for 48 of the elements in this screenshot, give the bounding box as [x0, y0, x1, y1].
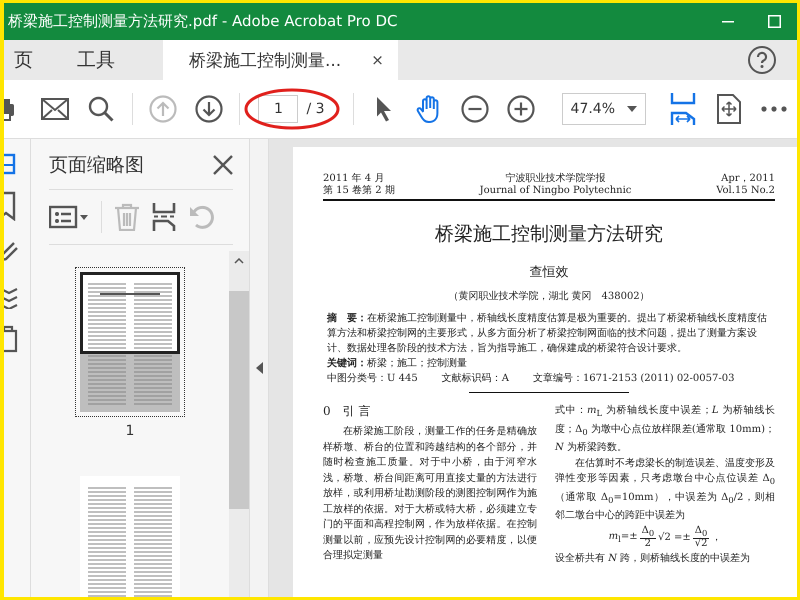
more-icon[interactable]: [761, 106, 788, 112]
zoom-dropdown[interactable]: 47.4%: [562, 93, 646, 125]
body-paragraph: 设全桥共有 N 跨，则桥轴线长度的中误差为: [555, 552, 752, 566]
panel-title: 页面缩略图: [49, 153, 144, 178]
help-icon[interactable]: [747, 45, 777, 75]
body-paragraph: 在桥梁施工阶段，测量工作的任务是精确放样桥墩、桥台的位置和跨越结构的各个部分，并随时检查施工质量。对于中小桥，由于河窄水浅，桥墩、桥台间距离可用直接丈量的方法进行放样，或利用桥址勘测阶段的测图控制网作为施工放样的依据。对于大桥或特大桥，必须建立专门的平面和高程控制网，作为放样依据。在控制测量以前，应预先设计控制网的必要精度，以便合理拟定测量: [323, 424, 537, 563]
close-tab-icon[interactable]: ×: [371, 51, 384, 69]
zoom-out-icon[interactable]: [461, 95, 490, 123]
author-name: 查恒效: [528, 264, 570, 281]
section-heading: 0 引 言: [323, 403, 372, 420]
page-thumbnail[interactable]: [80, 476, 180, 597]
insert-page-icon[interactable]: [152, 202, 176, 232]
keywords: 关键词：桥梁；施工；控制测量: [327, 356, 468, 371]
page-number-field[interactable]: 1: [258, 95, 298, 123]
article-title: 桥梁施工控制测量方法研究: [434, 222, 664, 247]
document-tab[interactable]: 桥梁施工控制测量... ×: [163, 40, 398, 80]
page-count: / 3: [306, 101, 325, 117]
nav-tab[interactable]: 工具: [63, 40, 129, 80]
fit-page-icon[interactable]: [670, 92, 696, 126]
search-icon[interactable]: [88, 96, 114, 122]
running-header: 宁波职业技术学院学报: [506, 173, 606, 185]
scroll-up-icon[interactable]: [234, 258, 244, 264]
running-header: Journal of Ningbo Polytechnic: [480, 185, 632, 197]
running-header: Vol.15 No.2: [716, 185, 775, 197]
window-title: 桥梁施工控制测量方法研究.pdf - Adobe Acrobat Pro DC: [7, 12, 398, 31]
classification-code: 中图分类号：U 445: [327, 372, 418, 386]
abstract: 摘 要：在桥梁施工控制测量中，桥轴线长度精度估算是极为重要的。提出了桥梁桥轴线长度精度估算方法和桥梁控制网的主要形式，从多方面分析了桥梁控制网面临的技术问题，提出了测量方案设计、数据处理各阶段的技术方法，旨为指导施工，确保建成的桥梁符合设计要求。: [327, 311, 768, 356]
page-label: 1: [126, 423, 134, 439]
running-header: 2011 年 4 月: [323, 173, 385, 185]
affiliation: （黄冈职业技术学院，湖北 黄冈 438002）: [447, 290, 651, 303]
nav-tab[interactable]: 页: [4, 40, 63, 80]
page-arrows-icon[interactable]: [716, 94, 742, 124]
running-header: 第 15 卷第 2 期: [323, 185, 395, 197]
running-header: Apr，2011: [721, 173, 775, 185]
minimize-icon[interactable]: [722, 20, 734, 22]
body-paragraph: 式中：m$_{L}$ 为桥轴线长度中误差；L 为桥轴线长度；Δ$_{0}$ 为墩中心点位放样限差(通常取 10mm)；N 为桥梁跨数。: [555, 404, 775, 455]
maximize-icon[interactable]: [768, 15, 780, 28]
envelope-icon[interactable]: [41, 98, 70, 120]
classification-code: 文章编号：1671-2153 (2011) 02-0057-03: [532, 372, 734, 386]
zoom-in-icon[interactable]: [506, 95, 535, 123]
caret-icon: [627, 106, 638, 112]
collapse-arrow-icon[interactable]: [256, 362, 262, 374]
down-arrow-circle-icon[interactable]: [194, 95, 223, 123]
classification-code: 文献标识码：A: [442, 372, 509, 386]
close-icon[interactable]: [213, 155, 233, 175]
page-thumbnail[interactable]: [80, 272, 180, 412]
list-options-icon[interactable]: [49, 205, 89, 229]
scrollbar[interactable]: [229, 251, 249, 597]
